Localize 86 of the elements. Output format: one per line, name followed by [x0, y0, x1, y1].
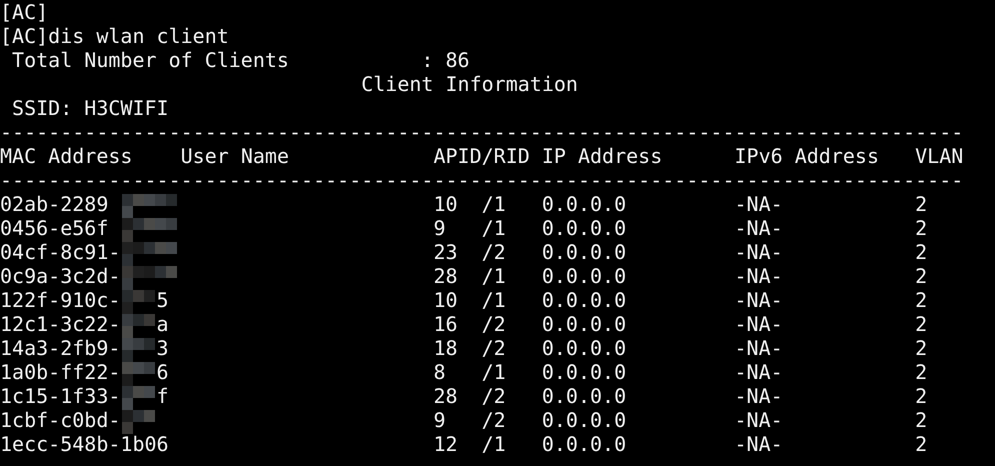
- apid-cell: 23: [433, 240, 458, 264]
- apid-cell: 28: [433, 264, 458, 288]
- mac-address: 0c9a-3c2d-: [0, 264, 120, 288]
- apid-cell: 9: [433, 216, 446, 240]
- mac-address: 122f-910c-: [0, 288, 120, 312]
- mac-address-tail: f: [156, 384, 169, 408]
- mac-address: 1a0b-ff22-: [0, 360, 120, 384]
- rid-cell: /2: [482, 408, 506, 432]
- mac-address: 14a3-2fb9-: [0, 336, 120, 360]
- mac-address: 0456-e56f: [0, 216, 108, 240]
- ipv6-address: -NA-: [734, 216, 783, 240]
- ipv6-address: -NA-: [734, 264, 783, 288]
- total-label: Total Number of Clients: [12, 48, 289, 72]
- rid-cell: /1: [482, 288, 506, 312]
- mac-address-tail: 5: [156, 288, 169, 312]
- rid-cell: /1: [482, 216, 506, 240]
- column-header: APID/RID: [433, 144, 530, 168]
- ipv6-address: -NA-: [734, 360, 783, 384]
- apid-cell: 16: [433, 312, 458, 336]
- ip-address: 0.0.0.0: [542, 240, 626, 264]
- section-title: Client Information: [361, 72, 578, 96]
- vlan-cell: 2: [915, 240, 928, 264]
- ipv6-address: -NA-: [734, 192, 783, 216]
- column-header: IP Address: [542, 144, 662, 168]
- rid-cell: /2: [482, 240, 506, 264]
- apid-cell: 10: [433, 288, 458, 312]
- rid-cell: /1: [482, 360, 506, 384]
- apid-cell: 28: [433, 384, 458, 408]
- ipv6-address: -NA-: [734, 336, 783, 360]
- column-header: VLAN: [915, 144, 964, 168]
- colon-separator: :: [421, 48, 434, 72]
- rid-cell: /2: [482, 336, 506, 360]
- vlan-cell: 2: [915, 432, 928, 456]
- ip-address: 0.0.0.0: [542, 192, 626, 216]
- vlan-cell: 2: [915, 312, 928, 336]
- ip-address: 0.0.0.0: [542, 384, 626, 408]
- ip-address: 0.0.0.0: [542, 312, 626, 336]
- command-line: [AC]dis wlan client: [0, 24, 229, 48]
- vlan-cell: 2: [915, 192, 928, 216]
- ipv6-address: -NA-: [734, 288, 783, 312]
- mac-address-tail: 3: [156, 336, 169, 360]
- vlan-cell: 2: [915, 384, 928, 408]
- vlan-cell: 2: [915, 336, 928, 360]
- vlan-cell: 2: [915, 360, 928, 384]
- column-header: IPv6 Address: [734, 144, 879, 168]
- column-header: User Name: [180, 144, 289, 168]
- ip-address: 0.0.0.0: [542, 408, 626, 432]
- dashed-rule: --------------------------------------------------------------------------------: [0, 120, 964, 144]
- mac-address: 12c1-3c22-: [0, 312, 120, 336]
- vlan-cell: 2: [915, 288, 928, 312]
- ipv6-address: -NA-: [734, 432, 783, 456]
- rid-cell: /2: [482, 312, 506, 336]
- vlan-cell: 2: [915, 408, 928, 432]
- column-header: MAC Address: [0, 144, 132, 168]
- apid-cell: 9: [433, 408, 446, 432]
- ipv6-address: -NA-: [734, 408, 783, 432]
- mac-address: 1ecc-548b-1b06: [0, 432, 169, 456]
- rid-cell: /1: [482, 264, 506, 288]
- apid-cell: 18: [433, 336, 458, 360]
- command-line: [AC]: [0, 0, 48, 24]
- ipv6-address: -NA-: [734, 240, 783, 264]
- ip-address: 0.0.0.0: [542, 336, 626, 360]
- mac-address: 1c15-1f33-: [0, 384, 120, 408]
- mac-address: 02ab-2289: [0, 192, 108, 216]
- ipv6-address: -NA-: [734, 312, 783, 336]
- apid-cell: 8: [433, 360, 446, 384]
- ssid-label: SSID: H3CWIFI: [12, 96, 169, 120]
- rid-cell: /2: [482, 384, 506, 408]
- ip-address: 0.0.0.0: [542, 264, 626, 288]
- mac-address: 1cbf-c0bd-: [0, 408, 120, 432]
- mac-address: 04cf-8c91-: [0, 240, 120, 264]
- vlan-cell: 2: [915, 264, 928, 288]
- ip-address: 0.0.0.0: [542, 216, 626, 240]
- mac-address-tail: 6: [156, 360, 169, 384]
- rid-cell: /1: [482, 192, 506, 216]
- ip-address: 0.0.0.0: [542, 360, 626, 384]
- dashed-rule: --------------------------------------------------------------------------------: [0, 168, 964, 192]
- ipv6-address: -NA-: [734, 384, 783, 408]
- total-value: 86: [446, 48, 470, 72]
- apid-cell: 10: [433, 192, 458, 216]
- apid-cell: 12: [433, 432, 458, 456]
- rid-cell: /1: [482, 432, 506, 456]
- ip-address: 0.0.0.0: [542, 432, 626, 456]
- mac-address-tail: a: [156, 312, 169, 336]
- ip-address: 0.0.0.0: [542, 288, 626, 312]
- vlan-cell: 2: [915, 216, 928, 240]
